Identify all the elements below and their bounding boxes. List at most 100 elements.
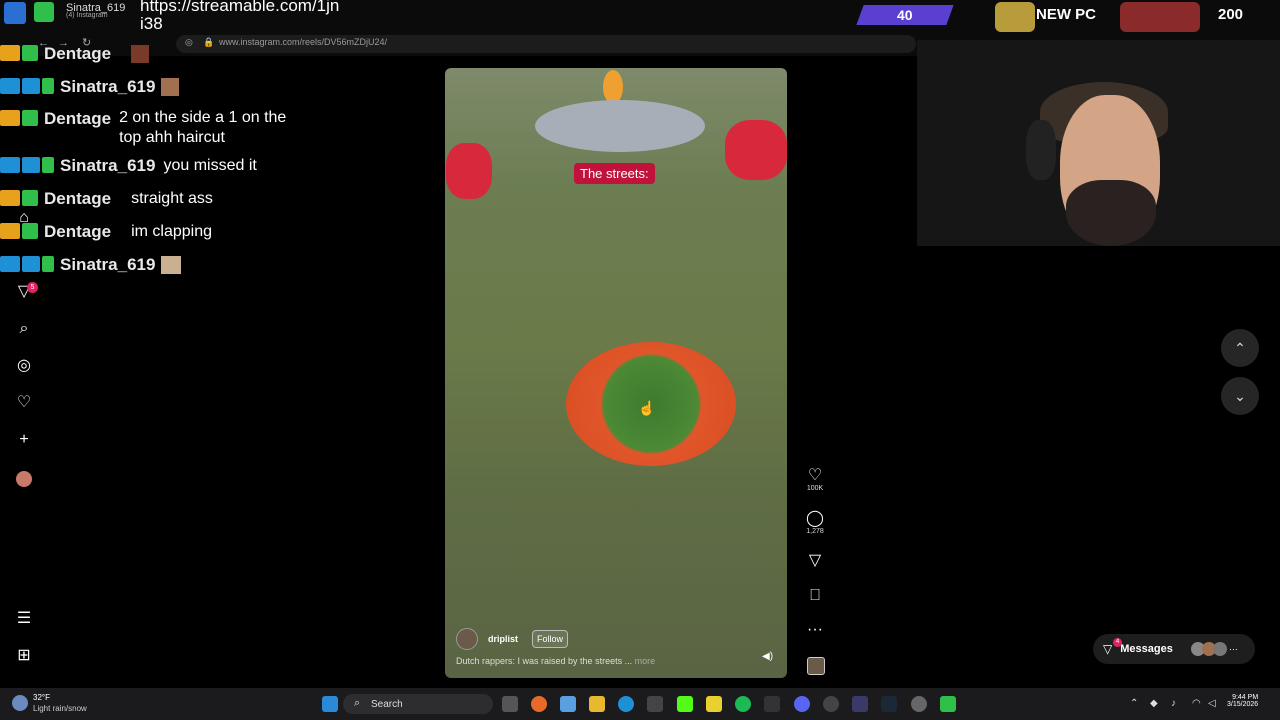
emote-icon xyxy=(131,45,150,63)
chat-username: Sinatra_619 xyxy=(60,255,156,274)
tab-favicon-icon xyxy=(34,2,54,22)
home-icon[interactable]: ⌂ xyxy=(15,209,33,227)
edge-icon[interactable] xyxy=(618,696,634,712)
weather-temperature[interactable]: 32°F xyxy=(33,693,50,702)
playground-ball xyxy=(603,70,623,104)
copilot-icon[interactable] xyxy=(560,696,576,712)
like-action[interactable]: ♡ 100K xyxy=(800,467,830,492)
reel-description: Dutch rappers: I was raised by the stree… xyxy=(456,656,655,666)
spotify-icon[interactable] xyxy=(735,696,751,712)
app-icon xyxy=(4,2,26,24)
new-pc-label: NEW PC xyxy=(1036,6,1096,23)
reel-overlay-caption: The streets: xyxy=(574,163,655,184)
search-label: Search xyxy=(371,699,403,710)
chat-text: im clapping xyxy=(131,223,213,240)
apps-icon[interactable]: ⊞ xyxy=(15,647,33,665)
chat-message: Dentage xyxy=(0,44,150,63)
clock-time: 9:44 PM xyxy=(1232,694,1259,701)
sparkle-badge-icon xyxy=(22,45,38,61)
emote-icon xyxy=(161,256,182,274)
wifi-icon[interactable]: ◠ xyxy=(1192,698,1201,709)
search-icon[interactable]: ⌕ xyxy=(15,320,33,338)
firefox-icon[interactable] xyxy=(531,696,547,712)
bookmark-icon[interactable]: ⎕ xyxy=(800,587,830,605)
crown-badge-icon xyxy=(0,110,20,126)
url-text[interactable]: www.instagram.com/reels/DV56mZDjU24/ xyxy=(219,37,387,47)
lock-icon[interactable]: 🔒 xyxy=(203,37,214,48)
chat-username: Sinatra_619 xyxy=(60,156,156,175)
weather-icon[interactable] xyxy=(12,695,28,711)
sub-count-bar: 40 xyxy=(856,5,954,25)
gift-badge-icon xyxy=(42,78,54,94)
share-icon[interactable]: ▽ xyxy=(800,552,830,570)
store-icon[interactable] xyxy=(647,696,663,712)
next-reel-button[interactable]: ⌄ xyxy=(1221,377,1259,415)
chat-message: Dentage 2 on the side a 1 on the top ahh… xyxy=(0,109,309,148)
sparkle-badge-icon xyxy=(22,190,38,206)
webcam-beard xyxy=(1066,180,1156,246)
discord-icon[interactable] xyxy=(794,696,810,712)
previous-reel-button[interactable]: ⌃ xyxy=(1221,329,1259,367)
audio-thumbnail[interactable] xyxy=(807,657,825,675)
tray-app-icon[interactable]: ◆ xyxy=(1150,698,1158,709)
plus-icon[interactable]: + xyxy=(15,431,33,449)
follow-button[interactable]: Follow xyxy=(532,630,569,648)
like-count: 100K xyxy=(806,485,824,492)
app-icon[interactable] xyxy=(940,696,956,712)
author-avatar[interactable] xyxy=(456,628,478,650)
goal-count: 200 xyxy=(1218,6,1244,23)
explore-icon[interactable]: ◎ xyxy=(15,357,33,375)
chat-message: Sinatra_619 xyxy=(0,77,180,96)
heart-icon[interactable]: ♡ xyxy=(15,394,33,412)
chat-username: Dentage xyxy=(44,109,112,128)
sub-badge-icon xyxy=(0,157,20,173)
sub-badge-icon xyxy=(0,78,20,94)
chat-username: Dentage xyxy=(44,44,112,63)
more-icon[interactable]: ··· xyxy=(800,621,830,639)
task-view-icon[interactable] xyxy=(502,696,518,712)
clock-date: 3/15/2026 xyxy=(1227,701,1259,708)
chat-message: Sinatra_619 xyxy=(0,255,182,274)
more-options[interactable]: ··· xyxy=(800,621,830,639)
clock[interactable]: 9:44 PM 3/15/2026 xyxy=(1227,694,1258,708)
sub-count-value: 40 xyxy=(897,7,913,23)
search-icon: ⌕ xyxy=(354,697,361,709)
comment-action[interactable]: ◯ 1,278 xyxy=(800,510,830,535)
microphone-icon[interactable]: ♪ xyxy=(1171,698,1176,709)
chevron-up-icon[interactable]: ⌃ xyxy=(1130,698,1138,709)
taskbar xyxy=(0,688,1280,720)
shield-icon[interactable]: ◎ xyxy=(185,37,193,48)
steam-icon[interactable] xyxy=(881,696,897,712)
chat-message: Dentage straight ass xyxy=(0,190,213,207)
volume-icon[interactable]: ◁ xyxy=(1208,698,1216,709)
chat-username: Dentage xyxy=(44,222,112,241)
app-icon[interactable] xyxy=(764,696,780,712)
profile-icon[interactable] xyxy=(16,471,32,487)
kick-icon[interactable] xyxy=(677,696,693,712)
save-action[interactable]: ⎕ xyxy=(800,587,830,605)
playground-seat-left xyxy=(446,143,492,199)
menu-icon[interactable]: ☰ xyxy=(15,610,33,628)
author-name[interactable]: driplist xyxy=(488,634,518,644)
messages-icon: ▽ xyxy=(1103,642,1113,656)
notes-icon[interactable] xyxy=(706,696,722,712)
share-action[interactable]: ▽ xyxy=(800,552,830,570)
messages-label: Messages xyxy=(1120,643,1173,655)
sparkle-badge-icon xyxy=(22,110,38,126)
heart-icon[interactable]: ♡ xyxy=(800,467,830,485)
file-explorer-icon[interactable] xyxy=(589,696,605,712)
pc-image xyxy=(1120,2,1200,32)
crown-badge-icon xyxy=(0,190,20,206)
start-icon[interactable] xyxy=(322,696,338,712)
obs-icon[interactable] xyxy=(823,696,839,712)
more-link[interactable]: more xyxy=(635,656,656,666)
mouse-cursor-icon: ☝ xyxy=(638,400,656,416)
settings-icon[interactable] xyxy=(911,696,927,712)
weather-description[interactable]: Light rain/snow xyxy=(33,704,87,713)
mute-icon[interactable]: ◀) xyxy=(762,651,773,662)
chat-username: Sinatra_619 xyxy=(60,77,156,96)
tab-subtitle: (4) Instagram xyxy=(66,12,108,19)
comment-icon[interactable]: ◯ xyxy=(800,510,830,528)
taskbar-search[interactable] xyxy=(343,694,493,714)
app-icon[interactable] xyxy=(852,696,868,712)
